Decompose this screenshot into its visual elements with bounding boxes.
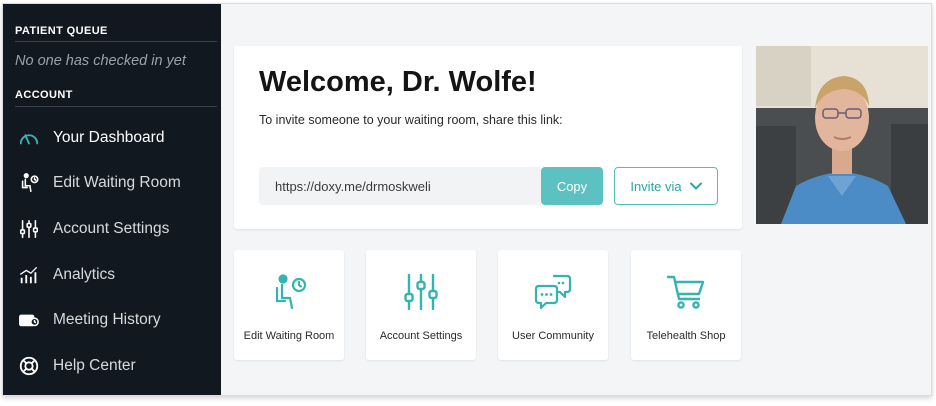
tile-label: User Community bbox=[512, 330, 594, 342]
sidebar-item-label: Help Center bbox=[53, 356, 136, 374]
self-video-preview bbox=[756, 46, 928, 224]
patient-queue-heading: PATIENT QUEUE bbox=[15, 25, 108, 37]
sidebar-item-label: Account Settings bbox=[53, 219, 170, 237]
lifebuoy-icon bbox=[17, 354, 41, 378]
waiting-room-icon bbox=[234, 272, 344, 312]
app-window: PATIENT QUEUE No one has checked in yet … bbox=[2, 3, 932, 396]
sidebar-item-your-dashboard[interactable]: Your Dashboard bbox=[3, 115, 221, 161]
tile-label: Telehealth Shop bbox=[646, 330, 726, 342]
welcome-card: Welcome, Dr. Wolfe! To invite someone to… bbox=[234, 46, 742, 229]
account-nav: Your Dashboard Edit Waiting Room Account… bbox=[3, 115, 221, 389]
tile-user-community[interactable]: User Community bbox=[498, 250, 608, 360]
copy-button-label: Copy bbox=[556, 178, 588, 194]
camera-icon bbox=[17, 308, 41, 332]
sliders-icon bbox=[366, 272, 476, 312]
sliders-icon bbox=[17, 217, 41, 241]
tile-label: Account Settings bbox=[379, 330, 463, 342]
shopping-cart-icon bbox=[631, 272, 741, 312]
copy-link-button[interactable]: Copy bbox=[541, 167, 603, 205]
chat-bubbles-icon bbox=[498, 272, 608, 312]
page-title: Welcome, Dr. Wolfe! bbox=[259, 66, 537, 98]
sidebar-item-help-center[interactable]: Help Center bbox=[3, 343, 221, 389]
sidebar-item-analytics[interactable]: Analytics bbox=[3, 252, 221, 298]
main-content: Welcome, Dr. Wolfe! To invite someone to… bbox=[221, 4, 931, 395]
account-heading: ACCOUNT bbox=[15, 89, 73, 101]
invite-instructions: To invite someone to your waiting room, … bbox=[259, 113, 563, 127]
tile-account-settings[interactable]: Account Settings bbox=[366, 250, 476, 360]
waiting-room-icon bbox=[17, 171, 41, 195]
tile-label: Edit Waiting Room bbox=[243, 330, 335, 342]
sidebar: PATIENT QUEUE No one has checked in yet … bbox=[3, 4, 221, 395]
analytics-icon bbox=[17, 263, 41, 287]
sidebar-item-label: Analytics bbox=[53, 265, 116, 283]
queue-empty-message: No one has checked in yet bbox=[15, 53, 186, 69]
sidebar-item-account-settings[interactable]: Account Settings bbox=[3, 206, 221, 252]
sidebar-item-label: Your Dashboard bbox=[53, 128, 165, 146]
invite-via-dropdown[interactable]: Invite via bbox=[614, 167, 718, 205]
divider bbox=[15, 106, 217, 107]
tile-telehealth-shop[interactable]: Telehealth Shop bbox=[631, 250, 741, 360]
room-link-text: https://doxy.me/drmoskweli bbox=[275, 178, 431, 194]
sidebar-item-label: Meeting History bbox=[53, 311, 161, 329]
sidebar-item-meeting-history[interactable]: Meeting History bbox=[3, 297, 221, 343]
room-link-field[interactable]: https://doxy.me/drmoskweli bbox=[259, 167, 541, 205]
speedometer-icon bbox=[17, 126, 41, 150]
sidebar-item-edit-waiting-room[interactable]: Edit Waiting Room bbox=[3, 161, 221, 207]
tile-edit-waiting-room[interactable]: Edit Waiting Room bbox=[234, 250, 344, 360]
chevron-down-icon bbox=[689, 182, 702, 190]
divider bbox=[15, 41, 217, 42]
sidebar-item-label: Edit Waiting Room bbox=[53, 174, 181, 192]
invite-via-label: Invite via bbox=[630, 178, 682, 194]
